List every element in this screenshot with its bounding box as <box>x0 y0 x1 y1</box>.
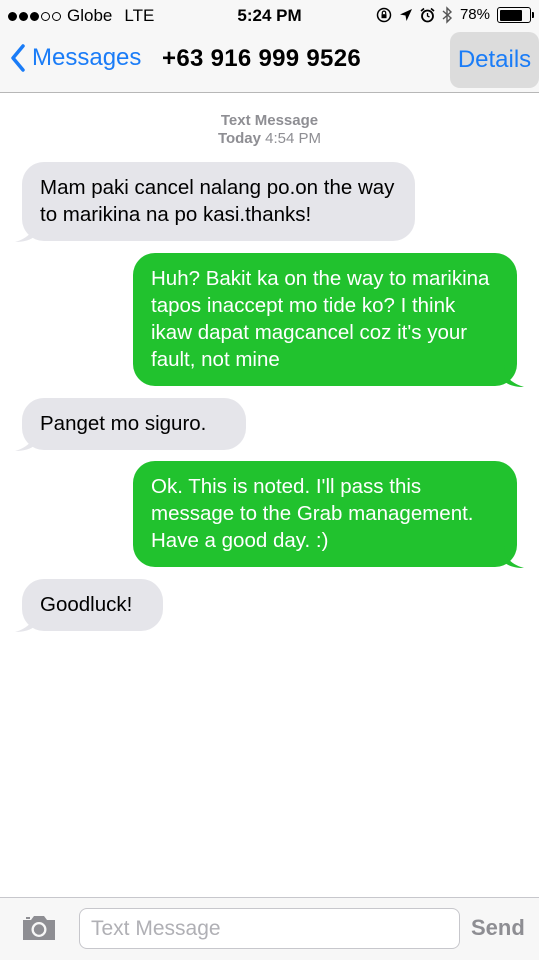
message-bubble-outgoing[interactable]: Ok. This is noted. I'll pass this messag… <box>133 461 524 568</box>
status-bar: Globe LTE 5:24 PM 78% <box>0 0 539 32</box>
composer-bar: Text Message Send <box>0 897 539 960</box>
bluetooth-icon <box>442 6 452 24</box>
orientation-lock-icon <box>376 7 392 23</box>
battery-percent: 78% <box>459 6 490 23</box>
thread-meta-type: Text Message <box>220 112 319 129</box>
contact-title: +63 916 999 9526 <box>162 45 361 72</box>
message-text: Goodluck! <box>40 593 133 616</box>
chevron-left-icon <box>11 44 25 72</box>
thread-meta-timestamp: Today 4:54 PM <box>217 130 322 147</box>
details-button[interactable]: Details <box>450 32 539 88</box>
back-button-label: Messages <box>32 44 142 71</box>
message-bubble-incoming[interactable]: Panget mo siguro. <box>15 398 246 451</box>
nav-bar: Messages +63 916 999 9526 Details <box>0 32 539 93</box>
camera-icon <box>23 916 55 940</box>
message-bubble-outgoing[interactable]: Huh? Bakit ka on the way to marikina tap… <box>133 253 524 387</box>
bubble-tail <box>15 610 35 632</box>
status-right: 78% <box>376 5 534 25</box>
back-button[interactable]: Messages <box>10 44 141 72</box>
alarm-icon <box>420 7 435 23</box>
bubble-tail <box>15 220 35 242</box>
message-bubble-incoming[interactable]: Mam paki cancel nalang po.on the way to … <box>15 162 415 242</box>
message-text: Panget mo siguro. <box>40 412 207 435</box>
bubble-tail <box>504 365 524 387</box>
send-button[interactable]: Send <box>471 915 525 941</box>
message-input[interactable]: Text Message <box>79 908 460 949</box>
location-icon <box>399 9 412 21</box>
thread-meta: Text Message Today 4:54 PM <box>0 112 539 148</box>
camera-button[interactable] <box>20 913 58 948</box>
bubble-tail <box>504 546 524 568</box>
message-text: Huh? Bakit ka on the way to marikina tap… <box>151 267 490 371</box>
message-bubble-incoming[interactable]: Goodluck! <box>15 579 163 632</box>
message-text: Mam paki cancel nalang po.on the way to … <box>40 176 395 226</box>
message-text: Ok. This is noted. I'll pass this messag… <box>151 475 474 552</box>
bubble-tail <box>15 429 35 451</box>
battery-icon <box>497 7 534 23</box>
battery-level <box>499 9 523 21</box>
